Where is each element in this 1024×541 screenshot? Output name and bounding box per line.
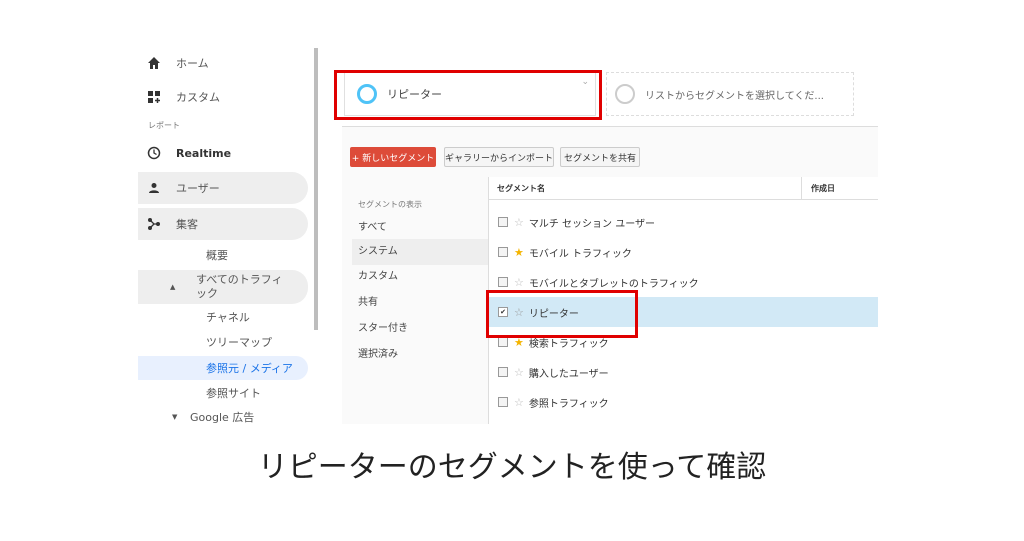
header-divider xyxy=(489,199,878,200)
home-icon xyxy=(146,55,162,71)
sidebar-item-user[interactable]: ユーザー xyxy=(138,172,308,204)
filter-shared[interactable]: 共有 xyxy=(352,291,488,315)
filter-all[interactable]: すべて xyxy=(352,217,488,239)
row-checkbox[interactable] xyxy=(498,397,508,407)
person-icon xyxy=(146,180,162,196)
sidebar-item-label: チャネル xyxy=(206,311,250,324)
column-header-name[interactable]: セグメント名 xyxy=(497,177,545,199)
table-row[interactable]: ★ モバイル トラフィック xyxy=(489,237,878,267)
share-segment-button[interactable]: セグメントを共有 xyxy=(560,147,640,167)
sidebar-item-label: 集客 xyxy=(176,218,198,231)
sidebar-item-treemap[interactable]: ツリーマップ xyxy=(138,331,308,353)
sidebar-item-label: ユーザー xyxy=(176,182,220,195)
annotation-highlight-row xyxy=(486,290,638,338)
sidebar-item-home[interactable]: ホーム xyxy=(138,52,308,74)
table-row[interactable]: ☆ マルチ セッション ユーザー xyxy=(489,207,878,237)
sidebar-scrollbar[interactable] xyxy=(314,48,318,330)
sidebar-item-channel[interactable]: チャネル xyxy=(138,306,308,328)
sidebar-item-label: カスタム xyxy=(176,91,220,104)
segment-placeholder-box[interactable]: リストからセグメントを選択してくだ... xyxy=(606,72,854,116)
row-name: 参照トラフィック xyxy=(528,398,609,410)
segment-placeholder: リストからセグメントを選択してくだ... xyxy=(645,90,824,102)
star-outline-icon[interactable]: ☆ xyxy=(514,216,524,229)
sidebar-item-acquisition[interactable]: 集客 xyxy=(138,208,308,240)
row-checkbox[interactable] xyxy=(498,337,508,347)
caret-down-icon: ▼ xyxy=(172,413,178,421)
sidebar-item-label: 参照サイト xyxy=(206,387,261,400)
row-checkbox[interactable] xyxy=(498,277,508,287)
row-checkbox[interactable] xyxy=(498,367,508,377)
row-name: マルチ セッション ユーザー xyxy=(528,218,656,230)
column-divider xyxy=(801,177,802,199)
sidebar-item-source-medium[interactable]: 参照元 / メディア xyxy=(138,356,308,380)
segment-empty-circle-icon xyxy=(615,84,635,104)
table-row[interactable]: ☆ 購入したユーザー xyxy=(489,357,878,387)
sidebar-item-label: ホーム xyxy=(176,57,209,70)
filter-custom[interactable]: カスタム xyxy=(352,265,488,289)
caret-up-icon: ▲ xyxy=(170,283,176,291)
filter-selected[interactable]: 選択済み xyxy=(352,343,488,367)
reports-heading: レポート xyxy=(148,121,180,130)
column-header-created[interactable]: 作成日 xyxy=(811,177,835,199)
sidebar-item-label: ツリーマップ xyxy=(206,336,272,349)
acquisition-icon xyxy=(146,216,162,232)
sidebar-item-label: Google 広告 xyxy=(190,411,255,424)
table-row[interactable]: ☆ 参照トラフィック xyxy=(489,387,878,417)
star-outline-icon[interactable]: ☆ xyxy=(514,276,524,289)
sidebar-item-custom[interactable]: カスタム xyxy=(138,86,308,108)
clock-icon xyxy=(146,145,162,161)
star-outline-icon[interactable]: ☆ xyxy=(514,366,524,379)
new-segment-button[interactable]: + 新しいセグメント xyxy=(350,147,436,167)
filter-heading: セグメントの表示 xyxy=(358,200,422,209)
sidebar-item-realtime[interactable]: Realtime xyxy=(138,142,308,164)
sidebar-item-label: 概要 xyxy=(206,249,228,262)
sidebar-item-overview[interactable]: 概要 xyxy=(138,244,308,266)
sidebar-item-label: Realtime xyxy=(176,146,232,160)
star-filled-icon[interactable]: ★ xyxy=(514,246,524,259)
star-outline-icon[interactable]: ☆ xyxy=(514,396,524,409)
sidebar-item-google-ads[interactable]: ▼ Google 広告 xyxy=(138,406,308,424)
filter-system[interactable]: システム xyxy=(352,239,488,265)
import-gallery-button[interactable]: ギャラリーからインポート xyxy=(444,147,554,167)
sidebar-item-label: すべてのトラフィ ック xyxy=(196,273,283,300)
row-name: モバイルとタブレットのトラフィック xyxy=(528,278,699,290)
sidebar-item-referral[interactable]: 参照サイト xyxy=(138,382,308,404)
segment-panel: + 新しいセグメント ギャラリーからインポート セグメントを共有 セグメントの表… xyxy=(342,126,878,424)
sidebar-item-label: 参照元 / メディア xyxy=(206,362,293,375)
row-name: 購入したユーザー xyxy=(528,368,609,380)
caption: リピーターのセグメントを使って確認 xyxy=(257,450,767,485)
row-checkbox[interactable] xyxy=(498,217,508,227)
sidebar: ホーム カスタム レポート Realtime ユーザー 集客 概要 ▲ すべての… xyxy=(138,48,316,424)
row-checkbox[interactable] xyxy=(498,247,508,257)
filter-starred[interactable]: スター付き xyxy=(352,317,488,341)
row-name: モバイル トラフィック xyxy=(528,248,632,260)
sidebar-item-all-traffic[interactable]: ▲ すべてのトラフィ ック xyxy=(138,270,308,304)
dashboard-icon xyxy=(146,89,162,105)
annotation-highlight-segment xyxy=(334,70,602,120)
analytics-screenshot: ホーム カスタム レポート Realtime ユーザー 集客 概要 ▲ すべての… xyxy=(138,48,878,424)
